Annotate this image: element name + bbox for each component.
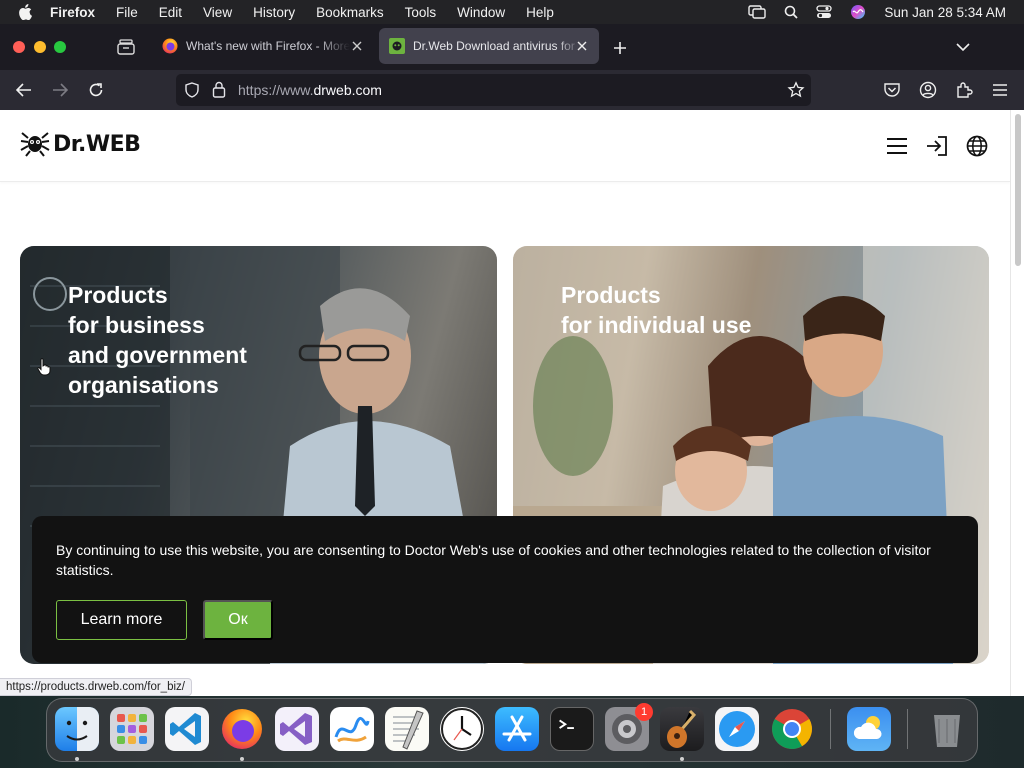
cookie-message: By continuing to use this website, you a… — [56, 542, 931, 578]
lock-icon[interactable] — [212, 81, 226, 103]
screen-mirroring-icon[interactable] — [748, 5, 767, 19]
siri-icon[interactable] — [850, 4, 866, 20]
spider-logo-icon — [20, 132, 50, 157]
vscode-icon[interactable] — [165, 707, 209, 751]
hamburger-menu-icon[interactable] — [990, 80, 1010, 100]
safari-icon[interactable] — [715, 707, 759, 751]
dock-running-indicator — [240, 757, 244, 761]
drweb-logo[interactable]: Dr.WEB — [20, 131, 141, 157]
link-status-url: https://products.drweb.com/for_biz/ — [0, 678, 192, 696]
visual-studio-icon[interactable] — [275, 707, 319, 751]
menu-bar: Firefox File Edit View History Bookmarks… — [0, 0, 1024, 24]
globe-icon[interactable] — [965, 134, 989, 158]
new-tab-icon[interactable] — [611, 39, 629, 57]
window-minimize-button[interactable] — [34, 41, 46, 53]
account-icon[interactable] — [918, 80, 938, 100]
window-zoom-button[interactable] — [54, 41, 66, 53]
firefox-dock-icon[interactable] — [220, 707, 264, 751]
menu-view[interactable]: View — [203, 5, 232, 20]
close-tab-icon[interactable] — [575, 39, 589, 53]
menu-edit[interactable]: Edit — [159, 5, 182, 20]
control-center-icon[interactable] — [816, 5, 833, 19]
menu-history[interactable]: History — [253, 5, 295, 20]
pointer-hand-icon — [37, 358, 51, 381]
tab-title: What's new with Firefox - More — [186, 39, 350, 53]
menu-clock[interactable]: Sun Jan 28 5:34 AM — [884, 5, 1006, 20]
tracking-shield-icon[interactable] — [184, 82, 200, 103]
dock-running-indicator — [680, 757, 684, 761]
textedit-icon[interactable] — [385, 707, 429, 751]
menu-tools[interactable]: Tools — [405, 5, 437, 20]
business-card-title: Products for business and government org… — [68, 282, 247, 398]
individual-card-title: Products for individual use — [561, 282, 752, 338]
bookmark-star-icon[interactable] — [787, 81, 805, 104]
url-prefix: https://www. — [238, 82, 314, 98]
clock-icon[interactable] — [440, 707, 484, 751]
firefox-view-icon[interactable] — [116, 38, 136, 56]
dock: 1 — [46, 698, 978, 762]
menu-bookmarks[interactable]: Bookmarks — [316, 5, 384, 20]
terminal-icon[interactable] — [550, 707, 594, 751]
menu-app-firefox[interactable]: Firefox — [50, 5, 95, 20]
learn-more-button[interactable]: Learn more — [56, 600, 187, 640]
web-page: Dr.WEB Products for business and governm… — [0, 110, 1010, 696]
menu-window[interactable]: Window — [457, 5, 505, 20]
dock-separator — [907, 709, 908, 749]
dock-running-indicator — [75, 757, 79, 761]
url-bar[interactable]: https://www.drweb.com — [176, 74, 811, 106]
close-tab-icon[interactable] — [350, 39, 364, 53]
login-icon[interactable] — [925, 134, 949, 158]
page-scrollbar[interactable] — [1010, 110, 1024, 696]
garageband-icon[interactable] — [660, 707, 704, 751]
site-header: Dr.WEB — [0, 110, 1010, 182]
cookie-banner: By continuing to use this website, you a… — [32, 516, 978, 663]
url-domain: drweb.com — [313, 82, 382, 98]
firefox-icon — [162, 38, 178, 54]
back-arrow-icon[interactable] — [14, 80, 34, 100]
tab-whats-new[interactable]: What's new with Firefox - More — [152, 28, 374, 64]
forward-arrow-icon[interactable] — [50, 80, 70, 100]
menu-icon[interactable] — [885, 134, 909, 158]
launchpad-icon[interactable] — [110, 707, 154, 751]
chrome-icon[interactable] — [770, 707, 814, 751]
window-close-button[interactable] — [13, 41, 25, 53]
freeform-icon[interactable] — [330, 707, 374, 751]
finder-icon[interactable] — [55, 707, 99, 751]
app-store-icon[interactable] — [495, 707, 539, 751]
url-text[interactable]: https://www.drweb.com — [238, 82, 382, 98]
notification-badge: 1 — [635, 703, 653, 721]
menu-file[interactable]: File — [116, 5, 138, 20]
drweb-icon — [389, 38, 405, 54]
logo-wordmark: Dr.WEB — [53, 131, 141, 157]
ok-button[interactable]: Ок — [203, 600, 273, 640]
tab-title: Dr.Web Download antivirus for PC — [413, 39, 581, 53]
tab-drweb[interactable]: Dr.Web Download antivirus for PC — [379, 28, 599, 64]
extensions-icon[interactable] — [954, 80, 974, 100]
chevron-down-icon[interactable] — [955, 40, 973, 54]
scrollbar-thumb[interactable] — [1015, 114, 1021, 266]
tab-strip: What's new with Firefox - More Dr.Web Do… — [0, 24, 1024, 70]
apple-icon[interactable] — [18, 4, 38, 20]
nav-toolbar: https://www.drweb.com — [0, 70, 1024, 110]
dock-separator — [830, 709, 831, 749]
menu-help[interactable]: Help — [526, 5, 554, 20]
pocket-icon[interactable] — [882, 80, 902, 100]
spotlight-search-icon[interactable] — [784, 5, 799, 19]
weather-icon[interactable] — [847, 707, 891, 751]
trash-icon[interactable] — [925, 707, 969, 751]
reload-icon[interactable] — [86, 80, 106, 100]
